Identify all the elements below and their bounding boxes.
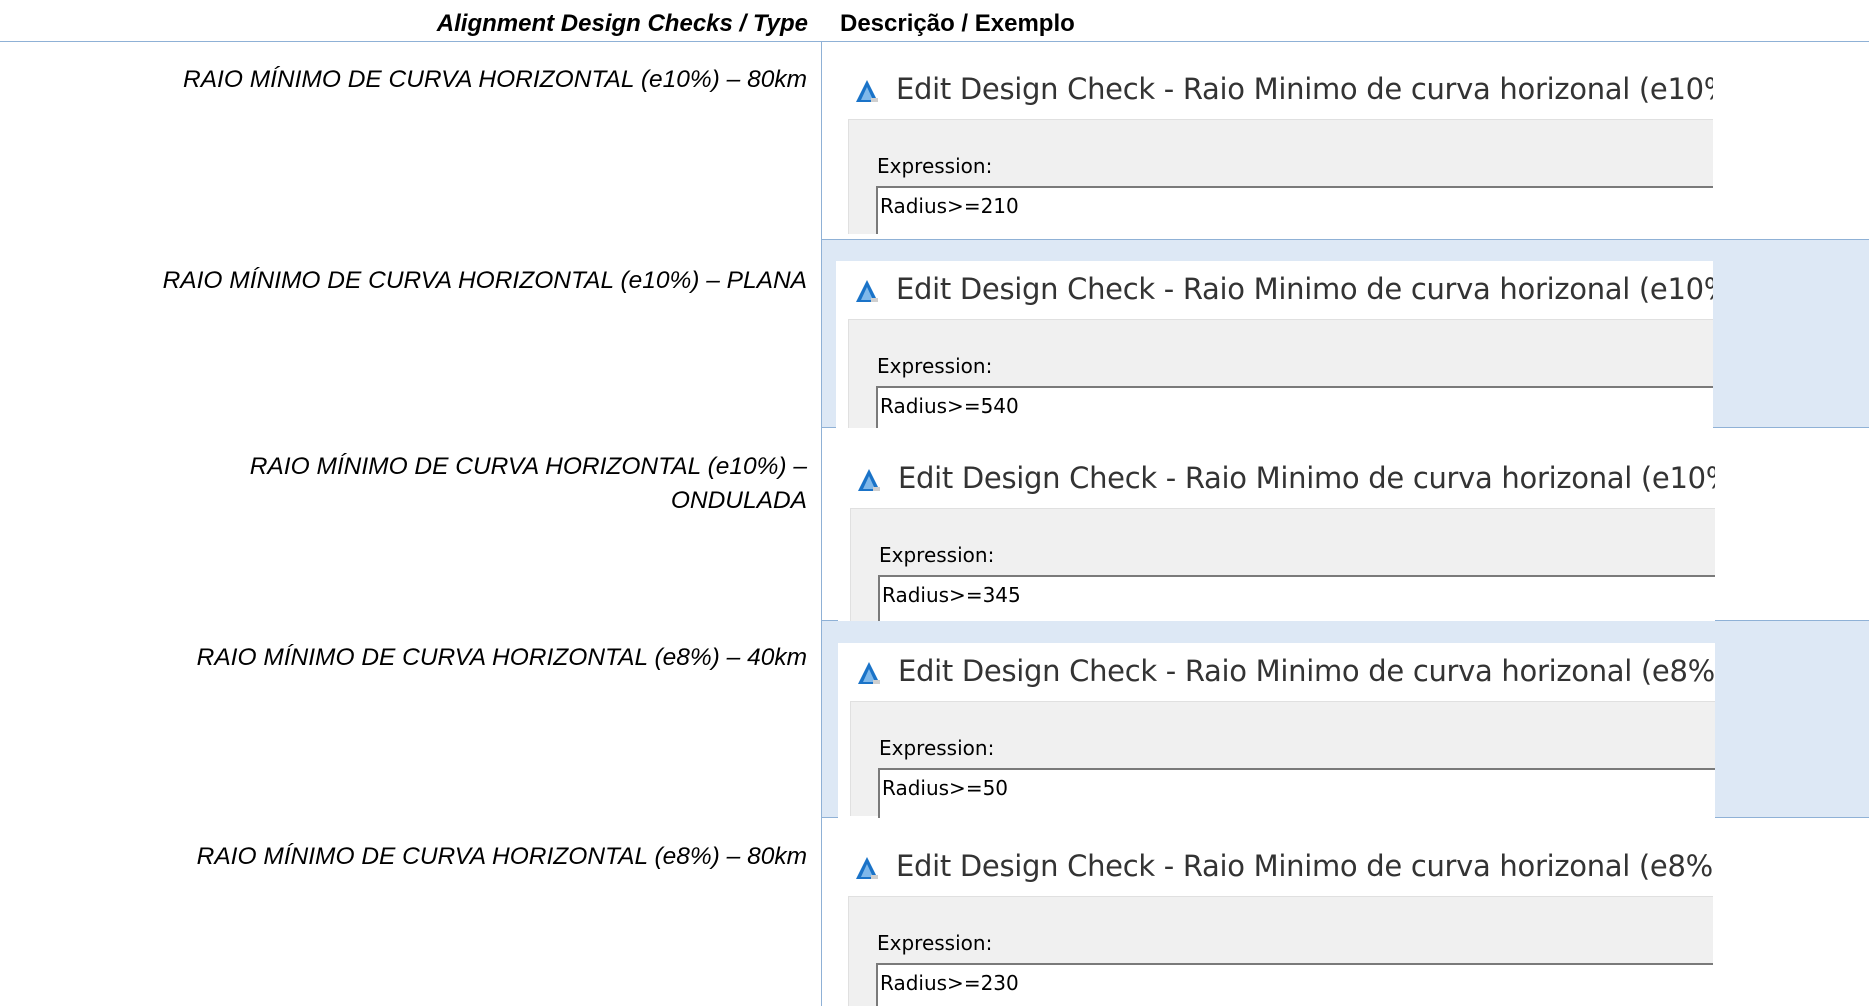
design-check-type-label: RAIO MÍNIMO DE CURVA HORIZONTAL (e10%) –… <box>249 453 807 514</box>
expression-label: Expression: <box>877 354 993 378</box>
expression-label: Expression: <box>879 543 995 567</box>
dialog-body: Expression: Radius>=345 <box>850 508 1715 621</box>
design-check-type-label: RAIO MÍNIMO DE CURVA HORIZONTAL (e10%) –… <box>162 267 807 294</box>
expression-label: Expression: <box>879 736 995 760</box>
dialog-titlebar: Edit Design Check - Raio Minimo de curva… <box>836 61 1713 119</box>
dialog-titlebar: Edit Design Check - Raio Minimo de curva… <box>838 450 1715 508</box>
civil3d-app-icon <box>856 80 878 102</box>
expression-input[interactable]: Radius>=50 <box>878 768 1715 818</box>
dialog-body: Expression: Radius>=230 <box>848 896 1713 1006</box>
expression-label: Expression: <box>877 154 993 178</box>
table-row: RAIO MÍNIMO DE CURVA HORIZONTAL (e10%) –… <box>0 240 1869 428</box>
dialog-screenshot: Edit Design Check - Raio Minimo de curva… <box>838 643 1715 818</box>
design-check-type-label: RAIO MÍNIMO DE CURVA HORIZONTAL (e10%) –… <box>183 66 807 93</box>
dialog-titlebar: Edit Design Check - Raio Minimo de curva… <box>838 643 1715 701</box>
column-header-description: Descrição / Exemplo <box>840 10 1075 37</box>
dialog-screenshot: Edit Design Check - Raio Minimo de curva… <box>836 838 1713 1006</box>
dialog-titlebar: Edit Design Check - Raio Minimo de curva… <box>836 261 1713 319</box>
dialog-screenshot: Edit Design Check - Raio Minimo de curva… <box>838 450 1715 621</box>
dialog-title: Edit Design Check - Raio Minimo de curva… <box>898 461 1715 495</box>
civil3d-app-icon <box>856 857 878 879</box>
design-check-type-label: RAIO MÍNIMO DE CURVA HORIZONTAL (e8%) – … <box>196 644 807 671</box>
civil3d-app-icon <box>856 280 878 302</box>
dialog-title: Edit Design Check - Raio Minimo de curva… <box>896 72 1713 106</box>
dialog-title: Edit Design Check - Raio Minimo de curva… <box>898 654 1715 688</box>
dialog-title: Edit Design Check - Raio Minimo de curva… <box>896 272 1713 306</box>
dialog-screenshot: Edit Design Check - Raio Minimo de curva… <box>836 61 1713 234</box>
table-header: Alignment Design Checks / Type Descrição… <box>0 0 1869 42</box>
dialog-body: Expression: Radius>=50 <box>850 701 1715 818</box>
dialog-titlebar: Edit Design Check - Raio Minimo de curva… <box>836 838 1713 896</box>
civil3d-app-icon <box>858 469 880 491</box>
table-row: RAIO MÍNIMO DE CURVA HORIZONTAL (e10%) –… <box>0 43 1869 240</box>
column-header-type: Alignment Design Checks / Type <box>436 10 808 37</box>
dialog-body: Expression: Radius>=210 <box>848 119 1713 234</box>
expression-input[interactable]: Radius>=540 <box>876 386 1713 428</box>
civil3d-app-icon <box>858 662 880 684</box>
table-row: RAIO MÍNIMO DE CURVA HORIZONTAL (e8%) – … <box>0 818 1869 1006</box>
design-check-type-label: RAIO MÍNIMO DE CURVA HORIZONTAL (e8%) – … <box>196 843 807 870</box>
dialog-title: Edit Design Check - Raio Minimo de curva… <box>896 849 1713 883</box>
expression-label: Expression: <box>877 931 993 955</box>
table-row: RAIO MÍNIMO DE CURVA HORIZONTAL (e8%) – … <box>0 621 1869 818</box>
dialog-body: Expression: Radius>=540 <box>848 319 1713 428</box>
expression-input[interactable]: Radius>=230 <box>876 963 1713 1006</box>
table-row: RAIO MÍNIMO DE CURVA HORIZONTAL (e10%) –… <box>0 428 1869 621</box>
expression-input[interactable]: Radius>=345 <box>878 575 1715 621</box>
expression-input[interactable]: Radius>=210 <box>876 186 1713 234</box>
dialog-screenshot: Edit Design Check - Raio Minimo de curva… <box>836 261 1713 428</box>
